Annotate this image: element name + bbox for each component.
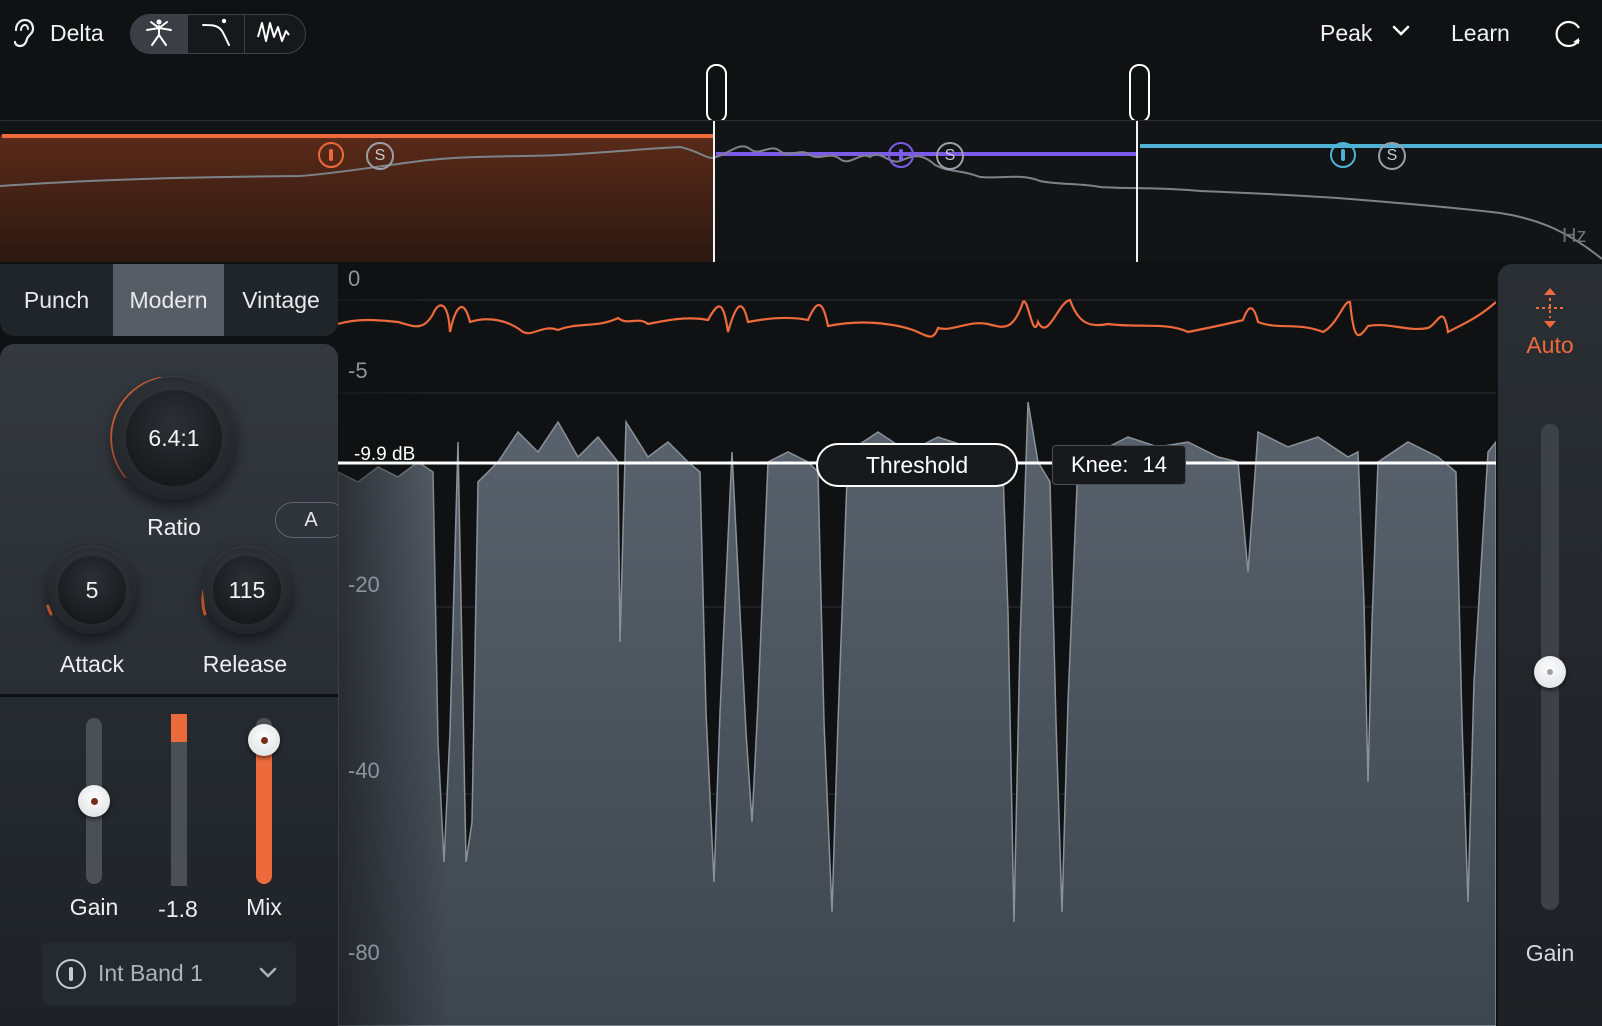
style-tabs: Punch Modern Vintage xyxy=(0,264,338,336)
band1-solo-button[interactable]: S xyxy=(366,142,394,170)
mix-fader-label: Mix xyxy=(246,894,282,920)
auto-ratio-button[interactable]: A xyxy=(275,502,347,538)
auto-gain-icon[interactable] xyxy=(1533,286,1567,335)
auto-ratio-label: A xyxy=(304,508,318,531)
learn-button[interactable]: Learn xyxy=(1451,20,1510,47)
band2-bypass-button[interactable] xyxy=(888,142,914,168)
band3-bypass-button[interactable] xyxy=(1330,142,1356,168)
power-icon xyxy=(329,149,333,161)
chevron-down-icon xyxy=(258,966,278,985)
knee-value: 14 xyxy=(1142,452,1167,477)
release-knob[interactable]: 115 xyxy=(203,546,291,634)
release-value: 115 xyxy=(228,576,266,603)
tab-modern[interactable]: Modern xyxy=(113,264,224,336)
band2-solo-button[interactable]: S xyxy=(936,142,964,170)
top-bar: Delta Peak Learn xyxy=(0,0,1602,66)
attack-value: 5 xyxy=(85,576,99,603)
mode-button-wave[interactable] xyxy=(245,15,301,53)
attack-label: Attack xyxy=(60,651,124,677)
ratio-label: Ratio xyxy=(147,514,201,540)
chevron-down-icon[interactable] xyxy=(1391,24,1411,43)
db-tick-minus40: -40 xyxy=(348,758,380,783)
band-power-icon[interactable] xyxy=(56,959,86,989)
curve-mode-icon xyxy=(200,17,232,52)
tab-punch[interactable]: Punch xyxy=(0,264,113,336)
gain-fader-handle[interactable] xyxy=(78,785,110,817)
db-tick-minus5: -5 xyxy=(348,358,368,383)
output-meter-peak xyxy=(171,714,187,742)
meter-mode-select[interactable]: Peak xyxy=(1320,20,1372,47)
solo-label: S xyxy=(944,147,956,164)
makeup-gain-label: Gain xyxy=(1525,940,1575,966)
crossover-handle-2[interactable] xyxy=(1129,64,1150,123)
band3-solo-button[interactable]: S xyxy=(1378,142,1406,170)
threshold-label: Threshold xyxy=(865,451,969,478)
makeup-gain-panel: Auto Gain xyxy=(1498,264,1602,1026)
output-meter xyxy=(171,714,187,886)
solo-label: S xyxy=(1386,147,1398,164)
crossover-handle-1[interactable] xyxy=(706,64,727,123)
band-strip-graph xyxy=(0,121,1602,263)
threshold-value-readout: -9.9 dB xyxy=(354,444,416,465)
knee-label: Knee: xyxy=(1071,452,1129,477)
band-select[interactable]: Int Band 1 xyxy=(42,942,296,1006)
knee-readout[interactable]: Knee: 14 xyxy=(1052,445,1186,485)
power-icon xyxy=(1341,149,1345,161)
db-tick-minus80: -80 xyxy=(348,940,380,965)
db-tick-0: 0 xyxy=(348,266,361,291)
mode-button-curve[interactable] xyxy=(188,15,244,53)
ratio-knob[interactable]: 6.4:1 xyxy=(112,376,236,500)
makeup-gain-handle[interactable] xyxy=(1534,656,1566,688)
band-select-value: Int Band 1 xyxy=(98,960,203,986)
output-meter-value: -1.8 xyxy=(158,896,198,922)
meter-mode-value: Peak xyxy=(1320,20,1373,46)
auto-gain-label[interactable]: Auto xyxy=(1498,332,1602,359)
release-label: Release xyxy=(202,651,288,677)
ratio-value: 6.4:1 xyxy=(148,424,200,451)
threshold-handle[interactable]: Threshold xyxy=(816,443,1018,487)
compressor-graph[interactable]: 0 -5 -20 -40 -80 -9.9 dB Threshold Knee:… xyxy=(338,262,1496,1026)
refresh-icon[interactable] xyxy=(1553,18,1585,55)
solo-label: S xyxy=(374,147,386,164)
db-tick-minus20: -20 xyxy=(348,572,380,597)
hz-unit-label: Hz xyxy=(1562,225,1587,247)
gain-fader-label: Gain xyxy=(69,894,119,920)
attack-knob[interactable]: 5 xyxy=(48,546,136,634)
mode-button-figure[interactable] xyxy=(131,15,187,53)
waveform-display xyxy=(338,262,1496,1026)
ear-icon[interactable] xyxy=(10,18,36,48)
wave-mode-icon xyxy=(256,17,290,52)
figure-mode-icon xyxy=(143,17,175,52)
view-mode-group xyxy=(130,14,306,54)
band1-bypass-button[interactable] xyxy=(318,142,344,168)
band-strip: S S S Hz xyxy=(0,120,1602,263)
delta-toggle[interactable]: Delta xyxy=(50,20,104,47)
power-icon xyxy=(899,149,903,161)
tab-vintage[interactable]: Vintage xyxy=(224,264,338,336)
mix-fader-handle[interactable] xyxy=(248,724,280,756)
